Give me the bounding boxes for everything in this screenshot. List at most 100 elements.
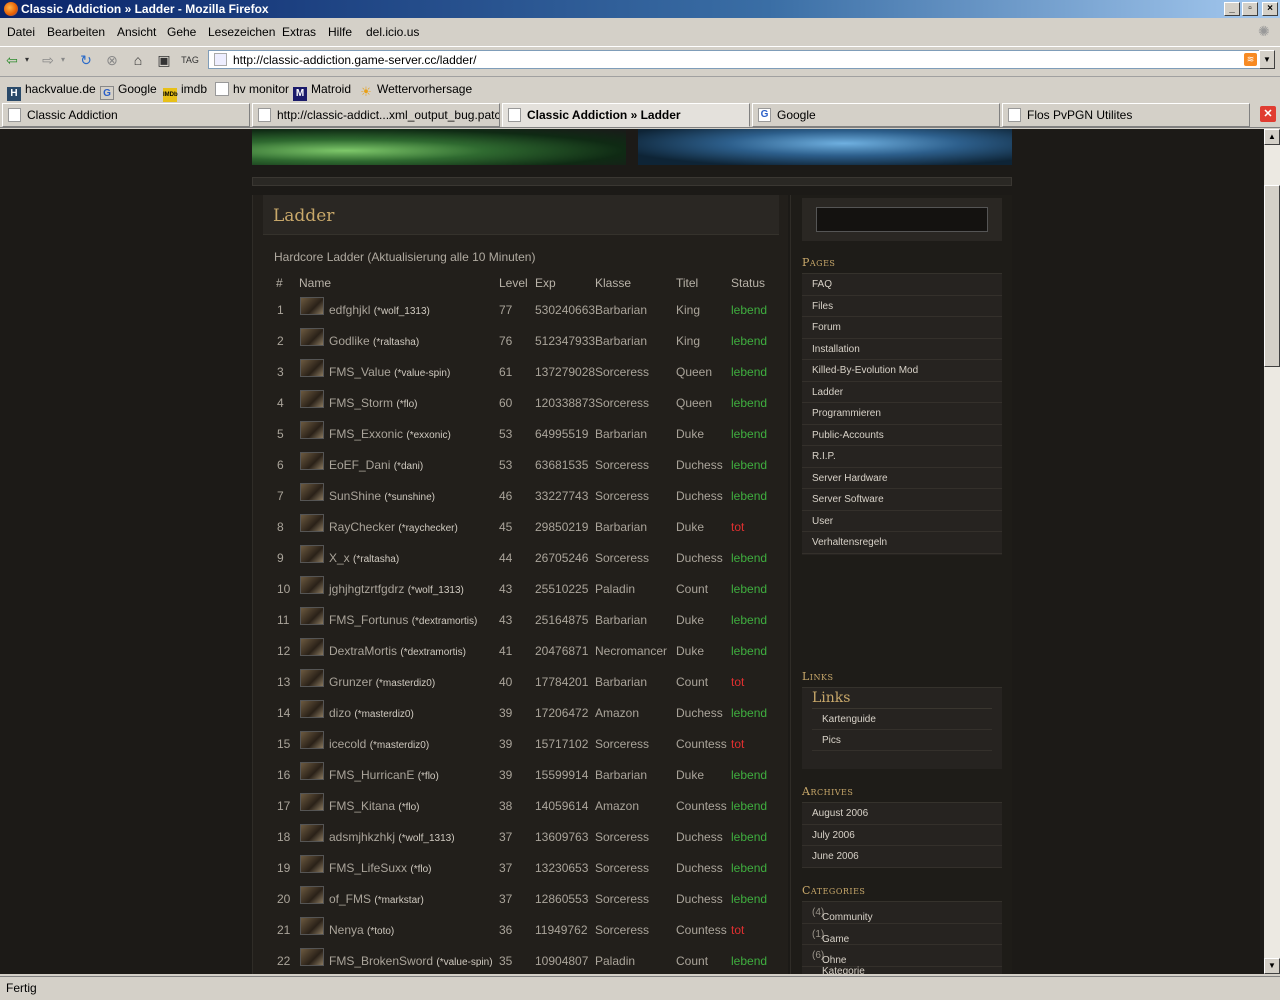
menu-gehe[interactable]: Gehe — [167, 25, 196, 39]
stop-icon[interactable]: ⊗ — [103, 52, 121, 68]
reload-icon[interactable]: ↻ — [77, 52, 95, 68]
sidebar-page-link-label: Programmieren — [812, 408, 881, 419]
character-name[interactable]: dizo — [329, 706, 351, 720]
sidebar-page-link[interactable]: Files — [802, 296, 1002, 317]
menu-bearbeiten[interactable]: Bearbeiten — [47, 25, 105, 39]
sidebar-category-link[interactable]: Game (1) — [802, 924, 1002, 945]
sidebar-page-link[interactable]: Server Hardware — [802, 468, 1002, 489]
row-exp: 11949762 — [535, 923, 588, 937]
table-row: 7 SunShine (*sunshine) 46 33227743 Sorceress… — [253, 480, 789, 511]
character-name[interactable]: adsmjhkzhkj — [329, 830, 395, 844]
page-title-box: Ladder — [263, 195, 779, 235]
row-name-cell: Nenya (*toto) — [329, 923, 394, 937]
back-dropdown-icon[interactable]: ▾ — [22, 52, 32, 68]
tab-classic-addiction[interactable]: Classic Addiction — [2, 103, 250, 127]
row-status: tot — [731, 520, 745, 534]
character-name[interactable]: X_x — [329, 551, 350, 565]
row-titel: Countess — [676, 799, 727, 813]
character-name[interactable]: FMS_BrokenSword — [329, 954, 433, 968]
character-avatar-icon — [300, 390, 324, 408]
sidebar-category-link[interactable]: Community (4) — [802, 902, 1002, 924]
character-name[interactable]: DextraMortis — [329, 644, 397, 658]
rss-feed-icon[interactable]: ≋ — [1244, 53, 1257, 66]
close-window-button[interactable]: × — [1262, 2, 1278, 16]
scroll-up-button[interactable]: ▲ — [1264, 129, 1280, 145]
sidebar-page-link[interactable]: FAQ — [802, 274, 1002, 296]
maximize-button[interactable]: ▫ — [1242, 2, 1258, 16]
close-tab-icon[interactable]: ✕ — [1260, 106, 1276, 122]
menu-hilfe[interactable]: Hilfe — [328, 25, 352, 39]
row-rank: 8 — [277, 520, 284, 534]
vertical-scrollbar[interactable]: ▲ ▼ — [1264, 129, 1280, 974]
character-name[interactable]: icecold — [329, 737, 366, 751]
character-avatar-icon — [300, 297, 324, 315]
bookmark-matroid[interactable]: M Matroid — [293, 82, 351, 101]
character-name[interactable]: FMS_Kitana — [329, 799, 395, 813]
sidebar-category-link[interactable]: Ohne Kategorie (6) — [802, 945, 1002, 974]
sidebar-page-link[interactable]: Ladder — [802, 382, 1002, 403]
character-name[interactable]: Grunzer — [329, 675, 372, 689]
sidebar-archive-link[interactable]: August 2006 — [802, 803, 1002, 825]
sidebar-link[interactable]: Kartenguide — [812, 709, 992, 730]
character-name[interactable]: jghjhgtzrtfgdrz — [329, 582, 404, 596]
character-name[interactable]: SunShine — [329, 489, 381, 503]
sidebar-page-link[interactable]: Server Software — [802, 489, 1002, 511]
forward-icon[interactable]: ⇨ — [39, 52, 57, 68]
sidebar-archive-link[interactable]: July 2006 — [802, 825, 1002, 846]
account-name: (*raltasha) — [353, 554, 400, 565]
sidebar-page-link[interactable]: Installation — [802, 339, 1002, 360]
sidebar-page-link[interactable]: User — [802, 511, 1002, 532]
sidebar-page-link[interactable]: Verhaltensregeln — [802, 532, 1002, 554]
tag-icon[interactable]: TAG — [181, 52, 199, 68]
sidebar-page-link[interactable]: Forum — [802, 317, 1002, 339]
bookmark-imdb[interactable]: IMDb imdb — [163, 82, 207, 102]
sidebar-link[interactable]: Pics — [812, 730, 992, 751]
sidebar-page-link[interactable]: Killed-By-Evolution Mod — [802, 360, 1002, 382]
bookmark-hv-monitor[interactable]: hv monitor — [215, 82, 289, 96]
address-bar[interactable]: http://classic-addiction.game-server.cc/… — [208, 50, 1262, 69]
menu-lesezeichen[interactable]: Lesezeichen — [208, 25, 275, 39]
bookmark-google[interactable]: G Google — [100, 82, 157, 100]
search-input[interactable] — [816, 207, 988, 232]
row-name-cell: FMS_Fortunus (*dextramortis) — [329, 613, 477, 627]
tab-patch[interactable]: http://classic-addict...xml_output_bug.p… — [252, 103, 500, 127]
address-dropdown-button[interactable]: ▼ — [1259, 50, 1275, 69]
menu-extras[interactable]: Extras — [282, 25, 316, 39]
bookmark-wettervorhersage[interactable]: ☀ Wettervorhersage — [359, 82, 472, 99]
tab-ladder[interactable]: Classic Addiction » Ladder — [502, 103, 750, 127]
character-name[interactable]: EoEF_Dani — [329, 458, 390, 472]
bookmark-hackvalue[interactable]: Hhackvalue.de — [7, 82, 96, 101]
sidebar-archive-link[interactable]: June 2006 — [802, 846, 1002, 868]
character-name[interactable]: RayChecker — [329, 520, 395, 534]
tab-pvpgn[interactable]: Flos PvPGN Utilites — [1002, 103, 1250, 127]
scroll-thumb[interactable] — [1264, 185, 1280, 367]
menu-datei[interactable]: Datei — [7, 25, 35, 39]
character-name[interactable]: Godlike — [329, 334, 370, 348]
hackvalue-icon: H — [7, 87, 21, 101]
menu-ansicht[interactable]: Ansicht — [117, 25, 156, 39]
sidebar-page-link[interactable]: Public-Accounts — [802, 425, 1002, 446]
character-name[interactable]: FMS_Exxonic — [329, 427, 403, 441]
page-viewport: Ladder Hardcore Ladder (Aktualisierung a… — [0, 129, 1264, 974]
screenshot-icon[interactable]: ▣ — [155, 52, 173, 68]
character-name[interactable]: FMS_HurricanE — [329, 768, 414, 782]
tab-google[interactable]: G Google — [752, 103, 1000, 127]
character-name[interactable]: edfghjkl — [329, 303, 370, 317]
menu-delicious[interactable]: del.icio.us — [366, 25, 419, 39]
row-titel: Queen — [676, 396, 713, 410]
character-name[interactable]: of_FMS — [329, 892, 371, 906]
row-klasse: Sorceress — [595, 830, 650, 844]
character-name[interactable]: FMS_Fortunus — [329, 613, 408, 627]
back-icon[interactable]: ⇦ — [3, 52, 21, 68]
forward-dropdown-icon[interactable]: ▾ — [58, 52, 68, 68]
minimize-button[interactable]: _ — [1224, 2, 1240, 16]
home-icon[interactable]: ⌂ — [129, 52, 147, 68]
sidebar-page-link[interactable]: Programmieren — [802, 403, 1002, 425]
character-name[interactable]: FMS_Storm — [329, 396, 393, 410]
character-name[interactable]: FMS_Value — [329, 365, 391, 379]
scroll-down-button[interactable]: ▼ — [1264, 958, 1280, 974]
character-name[interactable]: Nenya — [329, 923, 364, 937]
character-name[interactable]: FMS_LifeSuxx — [329, 861, 407, 875]
row-titel: King — [676, 334, 701, 348]
sidebar-page-link[interactable]: R.I.P. — [802, 446, 1002, 468]
